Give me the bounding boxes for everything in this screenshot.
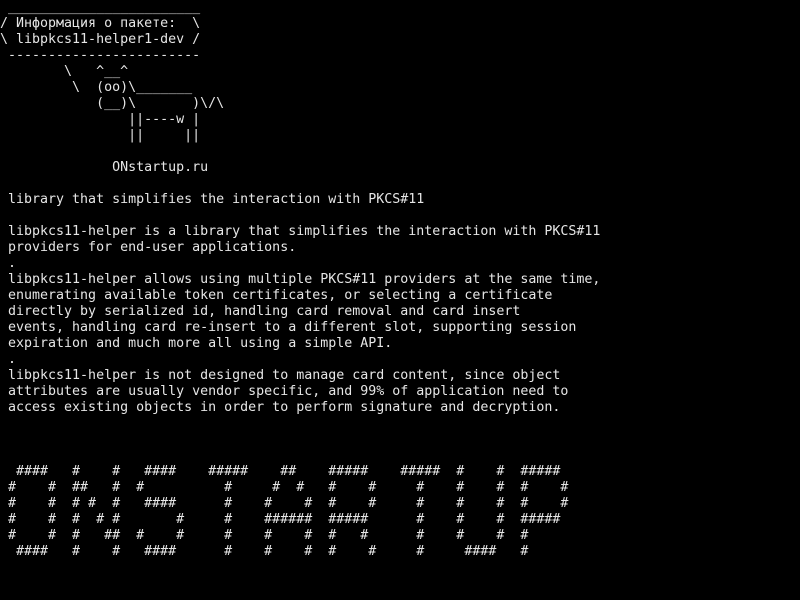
terminal-screen: ________________________ / Информация о п… bbox=[0, 0, 800, 600]
terminal-line: ||----w | bbox=[0, 112, 201, 127]
terminal-line: library that simplifies the interaction … bbox=[0, 192, 425, 207]
terminal-line: access existing objects in order to perf… bbox=[0, 400, 561, 415]
terminal-line: \ ^__^ bbox=[0, 64, 129, 79]
terminal-line: \ libpkcs11-helper1-dev / bbox=[0, 32, 201, 47]
terminal-line: # # ## # # # # # # # # # # # # bbox=[0, 480, 569, 495]
terminal-line: enumerating available token certificates… bbox=[0, 288, 553, 303]
terminal-line: . bbox=[0, 352, 17, 367]
terminal-line: events, handling card re-insert to a dif… bbox=[0, 320, 577, 335]
terminal-line: ________________________ bbox=[0, 0, 201, 15]
terminal-line: / Информация о пакете: \ bbox=[0, 16, 201, 31]
terminal-line: (__)\ )\/\ bbox=[0, 96, 225, 111]
terminal-line: #### # # #### # # # # # # #### # bbox=[0, 544, 529, 559]
terminal-line: ONstartup.ru bbox=[0, 160, 209, 175]
terminal-line: . bbox=[0, 256, 17, 271]
terminal-line: # # # # # # # ###### ##### # # # ##### bbox=[0, 512, 561, 527]
terminal-line: || || bbox=[0, 128, 201, 143]
terminal-line: \ (oo)\_______ bbox=[0, 80, 193, 95]
terminal-line: # # # ## # # # # # # # # # # # bbox=[0, 528, 529, 543]
terminal-line: # # # # # #### # # # # # # # # # # bbox=[0, 496, 569, 511]
terminal-line: directly by serialized id, handling card… bbox=[0, 304, 521, 319]
terminal-line: ------------------------ bbox=[0, 48, 201, 63]
terminal-line: attributes are usually vendor specific, … bbox=[0, 384, 569, 399]
terminal-line: libpkcs11-helper allows using multiple P… bbox=[0, 272, 601, 287]
terminal-line: libpkcs11-helper is a library that simpl… bbox=[0, 224, 601, 239]
terminal-line: providers for end-user applications. bbox=[0, 240, 297, 255]
terminal-line: expiration and much more all using a sim… bbox=[0, 336, 393, 351]
terminal-line: libpkcs11-helper is not designed to mana… bbox=[0, 368, 561, 383]
terminal-line: #### # # #### ##### ## ##### ##### # # #… bbox=[0, 464, 561, 479]
